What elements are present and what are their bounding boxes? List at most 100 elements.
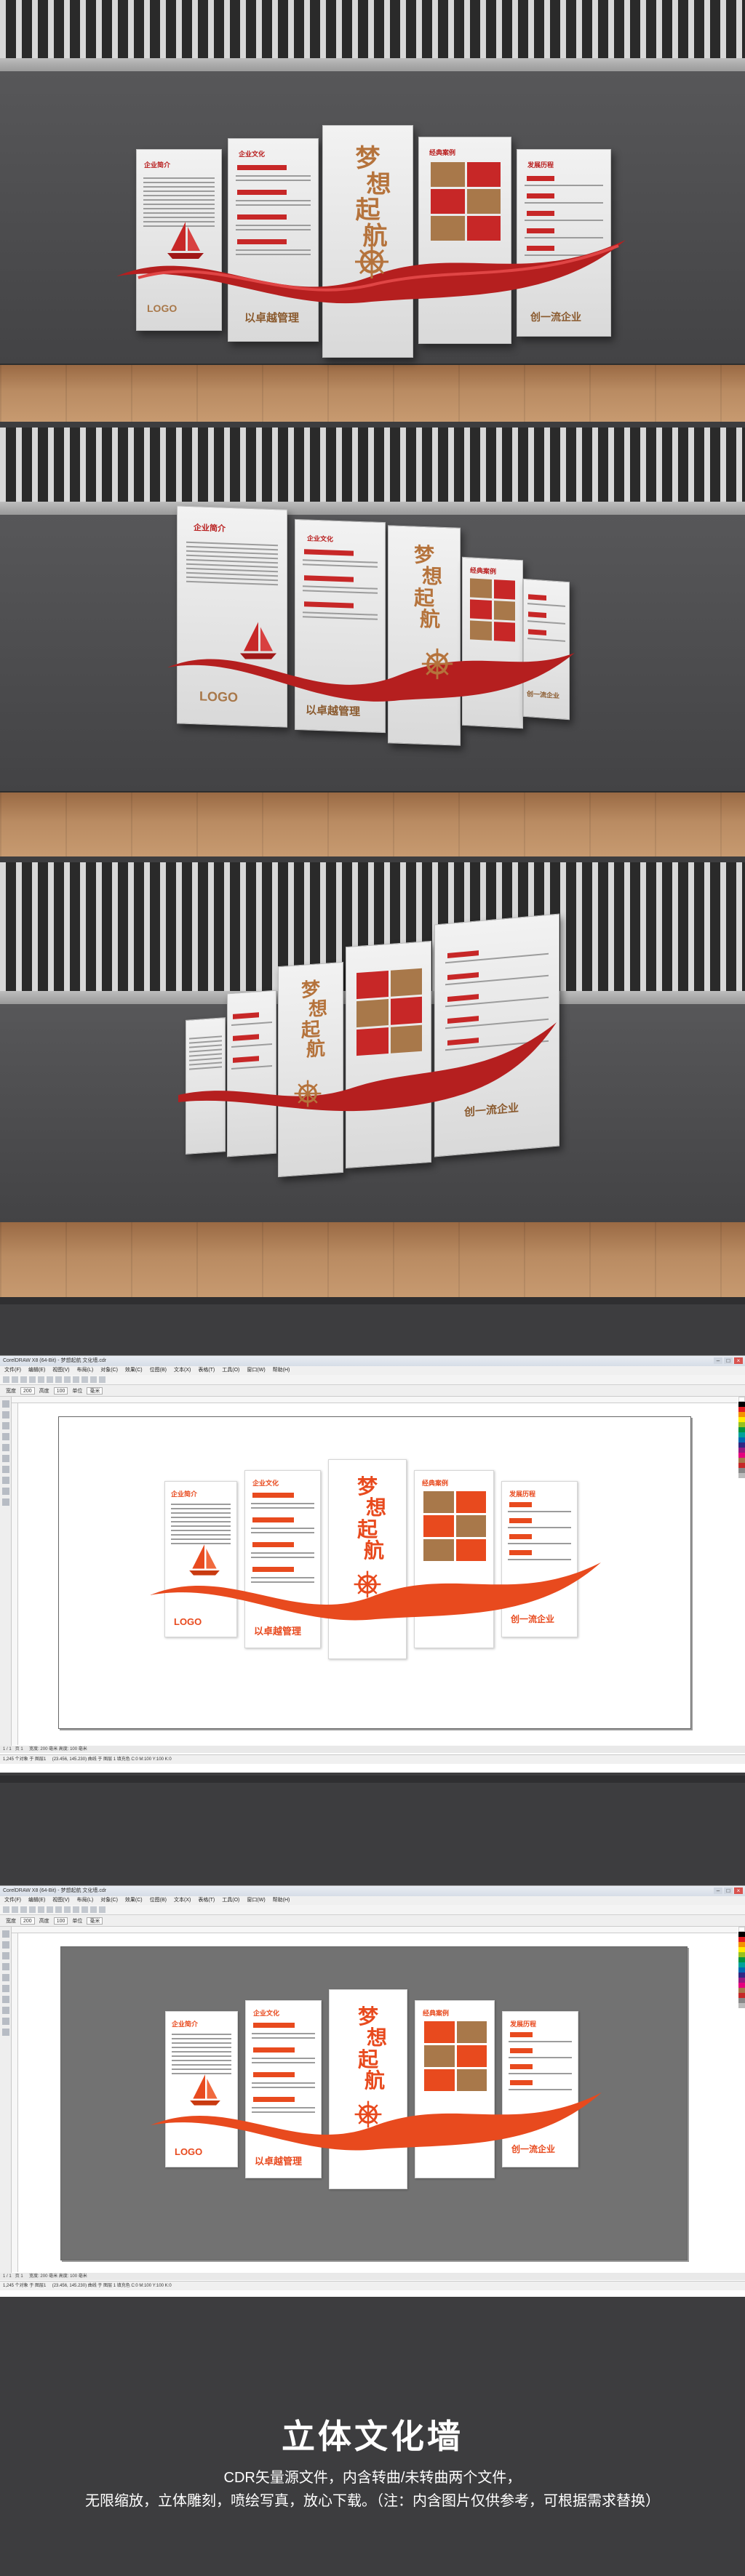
text-tool-icon[interactable] — [1, 2018, 9, 2025]
coreldraw-window: CorelDRAW X8 (64-Bit) - 梦想起航 文化墙.cdr – □ ×… — [0, 1355, 745, 1773]
save-icon[interactable] — [20, 1376, 27, 1383]
title-char: 航 — [419, 606, 440, 632]
maximize-button[interactable]: □ — [724, 1357, 733, 1364]
paste-icon[interactable] — [55, 1376, 62, 1383]
minimize-button[interactable]: – — [714, 1357, 722, 1364]
menu-item[interactable]: 布局(L) — [77, 1366, 94, 1375]
text-tool-icon[interactable] — [1, 1488, 9, 1495]
save-icon[interactable] — [20, 1906, 27, 1913]
menu-item[interactable]: 工具(O) — [222, 1896, 239, 1905]
ship-wheel-icon — [421, 648, 453, 680]
color-palette — [738, 1927, 745, 2008]
rectangle-tool-icon[interactable] — [1, 1985, 9, 1992]
polygon-tool-icon[interactable] — [1, 2007, 9, 2014]
height-field[interactable]: 100 — [53, 1387, 68, 1395]
menu-item[interactable]: 帮助(H) — [273, 1366, 290, 1375]
menu-item[interactable]: 效果(C) — [125, 1896, 143, 1905]
menu-item[interactable]: 表格(T) — [198, 1366, 215, 1375]
page-nav[interactable]: 1 / 1 — [3, 1747, 12, 1752]
menu-item[interactable]: 视图(V) — [52, 1366, 69, 1375]
width-field[interactable]: 200 — [20, 1387, 35, 1395]
panel-title: 企业简介 — [171, 1490, 198, 1498]
menu-item[interactable]: 位图(B) — [150, 1366, 167, 1375]
ellipse-tool-icon[interactable] — [1, 1466, 9, 1473]
sailboat-icon — [189, 1544, 220, 1576]
menu-item[interactable]: 位图(B) — [150, 1896, 167, 1905]
cut-icon[interactable] — [38, 1376, 44, 1383]
panel-title: 发展历程 — [527, 161, 554, 169]
pick-tool-icon[interactable] — [1, 1930, 9, 1938]
zoom-tool-icon[interactable] — [1, 1433, 9, 1440]
menu-item[interactable]: 表格(T) — [198, 1896, 215, 1905]
undo-icon[interactable] — [64, 1376, 71, 1383]
standard-toolbar — [0, 1905, 745, 1915]
pick-tool-icon[interactable] — [1, 1400, 9, 1408]
menu-item[interactable]: 文件(F) — [4, 1366, 21, 1375]
page-tab[interactable]: 页 1 — [15, 1747, 23, 1752]
zoom-icon[interactable] — [99, 1906, 105, 1913]
menu-item[interactable]: 窗口(W) — [247, 1366, 265, 1375]
menu-item[interactable]: 视图(V) — [52, 1896, 69, 1905]
open-icon[interactable] — [12, 1906, 18, 1913]
new-icon[interactable] — [3, 1906, 9, 1913]
menu-item[interactable]: 工具(O) — [222, 1366, 239, 1375]
export-icon[interactable] — [90, 1906, 97, 1913]
fill-tool-icon[interactable] — [1, 1498, 9, 1506]
polygon-tool-icon[interactable] — [1, 1477, 9, 1484]
menu-item[interactable]: 文件(F) — [4, 1896, 21, 1905]
horizontal-ruler — [12, 1397, 738, 1403]
new-icon[interactable] — [3, 1376, 9, 1383]
close-button[interactable]: × — [734, 1357, 743, 1364]
page-tab[interactable]: 页 1 — [15, 2274, 23, 2279]
open-icon[interactable] — [12, 1376, 18, 1383]
wood-floor — [0, 1222, 745, 1297]
menu-item[interactable]: 布局(L) — [77, 1896, 94, 1905]
zoom-tool-icon[interactable] — [1, 1963, 9, 1970]
freehand-tool-icon[interactable] — [1, 1974, 9, 1981]
ellipse-tool-icon[interactable] — [1, 1996, 9, 2003]
undo-icon[interactable] — [64, 1906, 71, 1913]
ship-wheel-icon — [294, 1080, 322, 1107]
window-titlebar: CorelDRAW X8 (64-Bit) - 梦想起航 文化墙.cdr – □ × — [0, 1886, 745, 1896]
unit-select[interactable]: 毫米 — [87, 1917, 103, 1925]
title-char: 梦 — [357, 2005, 378, 2029]
import-icon[interactable] — [81, 1376, 88, 1383]
menu-item[interactable]: 窗口(W) — [247, 1896, 265, 1905]
print-icon[interactable] — [29, 1906, 36, 1913]
menu-item[interactable]: 编辑(E) — [28, 1366, 45, 1375]
menu-item[interactable]: 效果(C) — [125, 1366, 143, 1375]
cut-icon[interactable] — [38, 1906, 44, 1913]
redo-icon[interactable] — [73, 1906, 79, 1913]
export-icon[interactable] — [90, 1376, 97, 1383]
unit-select[interactable]: 毫米 — [87, 1387, 103, 1395]
maximize-button[interactable]: □ — [724, 1887, 733, 1894]
print-icon[interactable] — [29, 1376, 36, 1383]
copy-icon[interactable] — [47, 1376, 53, 1383]
page-nav[interactable]: 1 / 1 — [3, 2274, 12, 2279]
shape-tool-icon[interactable] — [1, 1941, 9, 1949]
copy-icon[interactable] — [47, 1906, 53, 1913]
menu-item[interactable]: 编辑(E) — [28, 1896, 45, 1905]
crop-tool-icon[interactable] — [1, 1952, 9, 1959]
menu-item[interactable]: 文本(X) — [174, 1896, 191, 1905]
redo-icon[interactable] — [73, 1376, 79, 1383]
crop-tool-icon[interactable] — [1, 1422, 9, 1429]
menu-item[interactable]: 文本(X) — [174, 1366, 191, 1375]
freehand-tool-icon[interactable] — [1, 1444, 9, 1451]
zoom-icon[interactable] — [99, 1376, 105, 1383]
paste-icon[interactable] — [55, 1906, 62, 1913]
shape-tool-icon[interactable] — [1, 1411, 9, 1419]
minimize-button[interactable]: – — [714, 1887, 722, 1894]
menu-item[interactable]: 帮助(H) — [273, 1896, 290, 1905]
menu-bar: 文件(F) 编辑(E) 视图(V) 布局(L) 对象(C) 效果(C) 位图(B… — [0, 1366, 745, 1375]
drawing-canvas[interactable]: 企业简介 LOGO 企业文化 以卓越管理 梦 想 起 航 经典案例 发展历程 创… — [18, 1403, 731, 1745]
rectangle-tool-icon[interactable] — [1, 1455, 9, 1462]
drawing-canvas[interactable]: 企业简介 LOGO 企业文化 以卓越管理 梦 想 起 航 经典案例 发展历程 创… — [18, 1933, 731, 2272]
menu-item[interactable]: 对象(C) — [100, 1896, 118, 1905]
width-field[interactable]: 200 — [20, 1917, 35, 1925]
fill-tool-icon[interactable] — [1, 2029, 9, 2036]
close-button[interactable]: × — [734, 1887, 743, 1894]
height-field[interactable]: 100 — [53, 1917, 68, 1925]
import-icon[interactable] — [81, 1906, 88, 1913]
menu-item[interactable]: 对象(C) — [100, 1366, 118, 1375]
